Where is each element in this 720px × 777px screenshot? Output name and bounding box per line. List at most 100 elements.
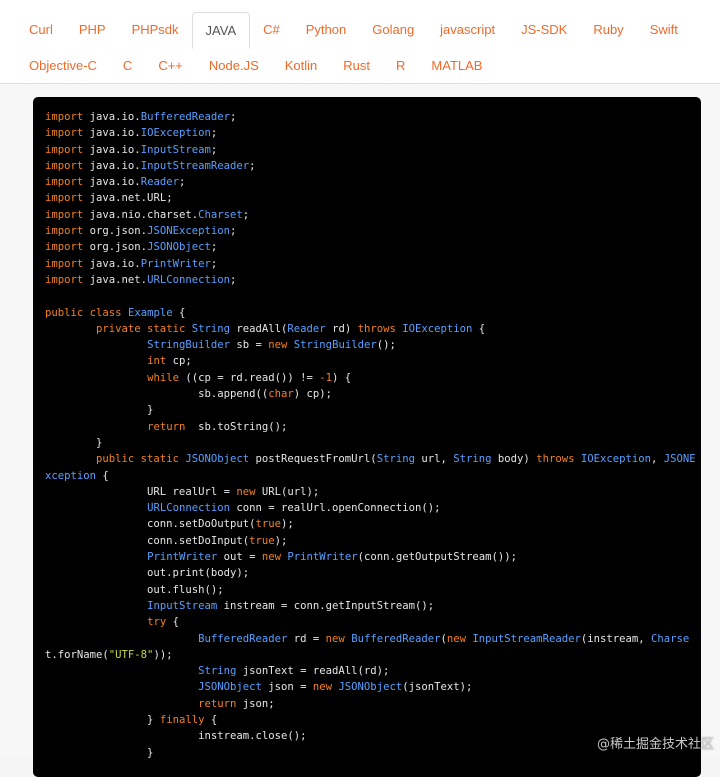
java-code: import java.io. BufferedReader; import ja… (45, 109, 701, 761)
code-token: "UTF-8" (108, 648, 154, 661)
tab-golang[interactable]: Golang (359, 12, 427, 48)
code-line: import org.json.JSONException; (45, 225, 236, 237)
code-token: ; (210, 257, 218, 270)
code-line: URL realUrl = new URL(url); (45, 486, 319, 498)
code-line: xception { (45, 470, 109, 482)
code-token: IOException (580, 453, 652, 466)
code-line: InputStream instream = conn.getInputStre… (45, 600, 434, 612)
code-token: IOException (402, 322, 473, 335)
tab-ruby[interactable]: Ruby (580, 12, 636, 48)
code-line: import org.json.JSONObject; (45, 241, 217, 253)
code-token: out.print(body); (45, 567, 250, 580)
code-token: import (45, 208, 84, 221)
code-token: true (255, 518, 281, 531)
tab-swift[interactable]: Swift (637, 12, 691, 48)
code-token: new (268, 339, 288, 352)
code-token: StringBuilder (293, 339, 377, 352)
code-token: java.io. (83, 176, 141, 189)
code-token: new (236, 485, 256, 498)
tab-objective-c[interactable]: Objective-C (16, 48, 110, 84)
code-token: (jsonText); (402, 681, 473, 694)
tab-kotlin[interactable]: Kotlin (272, 48, 331, 84)
code-token: url, (414, 453, 454, 466)
tab-matlab[interactable]: MATLAB (418, 48, 495, 84)
code-token: public static (96, 453, 179, 466)
code-token: body) (491, 453, 537, 466)
tab-csharp[interactable]: C# (250, 12, 293, 48)
code-token: ); (281, 518, 294, 531)
code-token: new (312, 681, 333, 694)
tab-js-sdk[interactable]: JS-SDK (508, 12, 580, 48)
tab-curl[interactable]: Curl (16, 12, 66, 48)
code-token: ; (210, 241, 218, 254)
code-token: JSONE (663, 453, 696, 466)
code-token: String (198, 665, 237, 678)
tab-cpp[interactable]: C++ (145, 48, 196, 84)
tab-javascript[interactable]: javascript (427, 12, 508, 48)
code-token: import (45, 111, 84, 123)
tab-r[interactable]: R (383, 48, 418, 84)
code-token: conn = realUrl.openConnection(); (229, 502, 441, 515)
code-line: } finally { (45, 714, 217, 726)
code-panel: import java.io. BufferedReader; import ja… (0, 84, 720, 777)
tab-php[interactable]: PHP (66, 12, 119, 48)
code-token: return (198, 697, 237, 710)
code-token: Example (127, 306, 173, 319)
code-line: return sb.toString(); (45, 421, 287, 433)
code-token: java.io. (83, 159, 141, 172)
code-token: cp; (166, 355, 192, 368)
code-token: jsonText = readAll(rd); (236, 665, 390, 678)
code-token: JSONObject (198, 681, 262, 694)
code-line: JSONObject json = new JSONObject(jsonTex… (45, 681, 472, 693)
code-line: public static JSONObject postRequestFrom… (45, 453, 696, 465)
code-token: { (166, 616, 179, 629)
code-token: BufferedReader (351, 632, 441, 645)
code-line: import java.io.PrintWriter; (45, 258, 217, 270)
tab-node-js[interactable]: Node.JS (196, 48, 272, 84)
code-line: out.flush(); (45, 584, 224, 596)
code-line: import java.nio.charset.Charset; (45, 209, 249, 221)
code-token: readAll( (230, 322, 288, 335)
code-token: new (261, 551, 282, 564)
code-token: ; (210, 127, 218, 140)
tab-phpsdk[interactable]: PHPsdk (119, 12, 192, 48)
tab-java[interactable]: JAVA (191, 12, 251, 49)
code-token: import (45, 176, 84, 189)
code-line: sb.append((char) cp); (45, 388, 332, 400)
code-token: sb = (229, 339, 269, 352)
code-token: String (191, 322, 230, 335)
code-token: } (45, 404, 154, 417)
code-token: rd) (325, 322, 358, 335)
code-token: PrintWriter (140, 257, 211, 270)
code-line: import java.io.IOException; (45, 127, 217, 139)
code-token: org.json. (83, 241, 148, 254)
code-token: new (446, 632, 467, 645)
code-token: ) { (332, 371, 352, 384)
code-token: ; (229, 225, 237, 238)
code-line: private static String readAll(Reader rd)… (45, 323, 485, 335)
code-line: instream.close(); (45, 730, 306, 742)
code-token: ; (178, 176, 186, 189)
code-line: URLConnection conn = realUrl.openConnect… (45, 502, 440, 514)
code-token: Charse (651, 632, 690, 645)
code-token: import (45, 241, 84, 254)
tab-row-2: Objective-C C C++ Node.JS Kotlin Rust R MATLAB (16, 48, 720, 84)
code-token: org.json. (83, 225, 148, 238)
code-token: throws (357, 322, 396, 335)
tab-python[interactable]: Python (293, 12, 359, 48)
code-token: (instream, (580, 632, 652, 645)
code-token: sb.append(( (45, 388, 269, 401)
tab-rust[interactable]: Rust (330, 48, 383, 84)
code-token: java.net.URL; (83, 192, 173, 205)
tab-c[interactable]: C (110, 48, 145, 84)
code-token: out = (217, 551, 262, 564)
code-token: import (45, 143, 84, 156)
code-token: { (472, 322, 486, 335)
code-token: java.io. (83, 111, 141, 123)
code-token: instream = conn.getInputStream(); (217, 599, 435, 612)
